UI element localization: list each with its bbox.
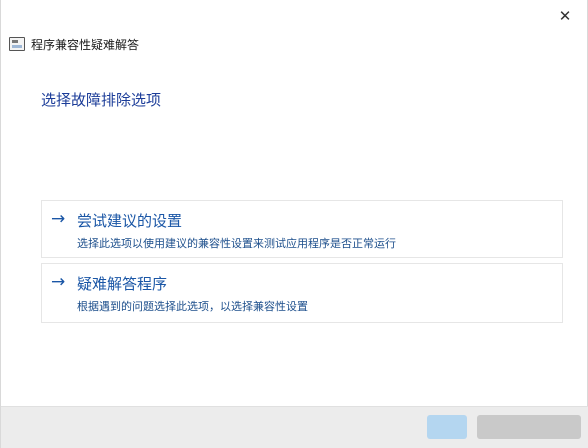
footer-blurred-button xyxy=(427,415,467,439)
wizard-header: 程序兼容性疑难解答 xyxy=(9,34,139,54)
option-description: 选择此选项以使用建议的兼容性设置来测试应用程序是否正常运行 xyxy=(77,237,396,250)
troubleshooter-window: ✕ 程序兼容性疑难解答 选择故障排除选项 → 尝试建议的设置 选择此选项以使用建… xyxy=(0,0,588,448)
footer-bar xyxy=(1,406,588,448)
option-try-recommended-settings[interactable]: → 尝试建议的设置 选择此选项以使用建议的兼容性设置来测试应用程序是否正常运行 xyxy=(41,200,563,258)
option-title: 尝试建议的设置 xyxy=(77,212,183,230)
close-button[interactable]: ✕ xyxy=(543,0,587,32)
option-description: 根据遇到的问题选择此选项，以选择兼容性设置 xyxy=(77,300,308,313)
option-troubleshoot-program[interactable]: → 疑难解答程序 根据遇到的问题选择此选项，以选择兼容性设置 xyxy=(41,263,563,323)
page-heading: 选择故障排除选项 xyxy=(41,91,162,109)
arrow-right-icon: → xyxy=(51,272,66,292)
wizard-title: 程序兼容性疑难解答 xyxy=(31,37,140,52)
option-title: 疑难解答程序 xyxy=(77,275,168,293)
close-icon: ✕ xyxy=(558,7,572,25)
app-window-icon xyxy=(9,37,25,51)
arrow-right-icon: → xyxy=(51,209,66,229)
footer-blurred-button xyxy=(477,415,581,439)
